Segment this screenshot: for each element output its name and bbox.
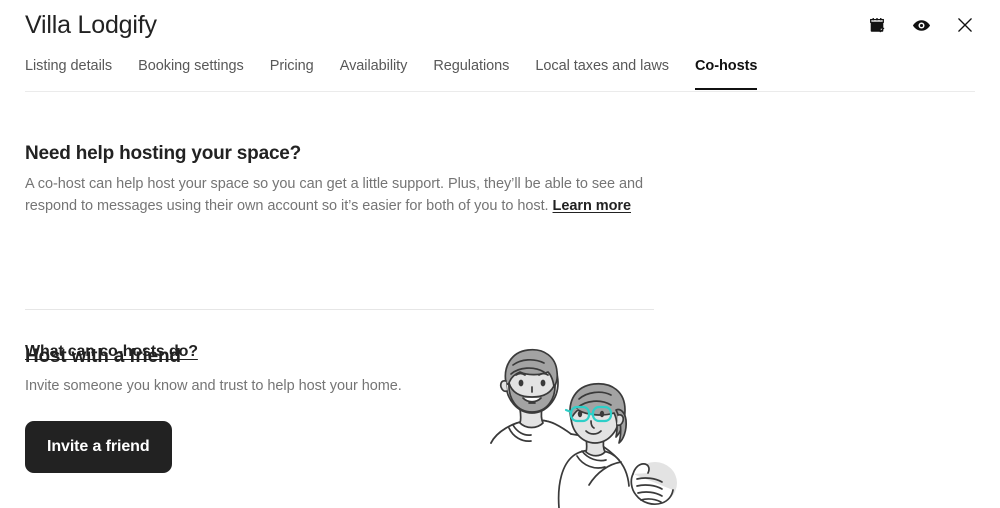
learn-more-link[interactable]: Learn more [553,198,632,214]
tab-availability[interactable]: Availability [340,58,408,90]
section-divider [25,309,654,310]
window-header: Villa Lodgify Listing details Booking se… [0,0,1000,95]
header-actions [864,12,978,38]
invite-a-friend-button[interactable]: Invite a friend [25,421,172,473]
tab-booking-settings[interactable]: Booking settings [138,58,244,90]
friend-section-subtitle: Invite someone you know and trust to hel… [25,378,402,394]
friend-section-title: Host with a friend [25,346,181,367]
help-section-body-text: A co-host can help host your space so yo… [25,176,644,214]
tab-regulations[interactable]: Regulations [433,58,509,90]
help-section-title: Need help hosting your space? [25,143,302,164]
calendar-icon[interactable] [864,12,890,38]
page-title: Villa Lodgify [25,11,157,39]
host-with-a-friend-section: Host with a friend Invite someone you kn… [25,345,465,473]
tab-local-taxes-and-laws[interactable]: Local taxes and laws [535,58,669,90]
tab-listing-details[interactable]: Listing details [25,58,112,90]
eye-icon[interactable] [908,12,934,38]
tab-pricing[interactable]: Pricing [270,58,314,90]
tab-bar: Listing details Booking settings Pricing… [25,58,758,90]
tab-co-hosts[interactable]: Co-hosts [694,58,758,90]
close-icon[interactable] [952,12,978,38]
help-section-body: A co-host can help host your space so yo… [25,173,655,217]
tab-bar-divider [25,91,975,92]
two-people-illustration [487,343,687,508]
main-content: Need help hosting your space? A co-host … [0,95,1000,508]
help-section: Need help hosting your space? A co-host … [25,142,655,217]
